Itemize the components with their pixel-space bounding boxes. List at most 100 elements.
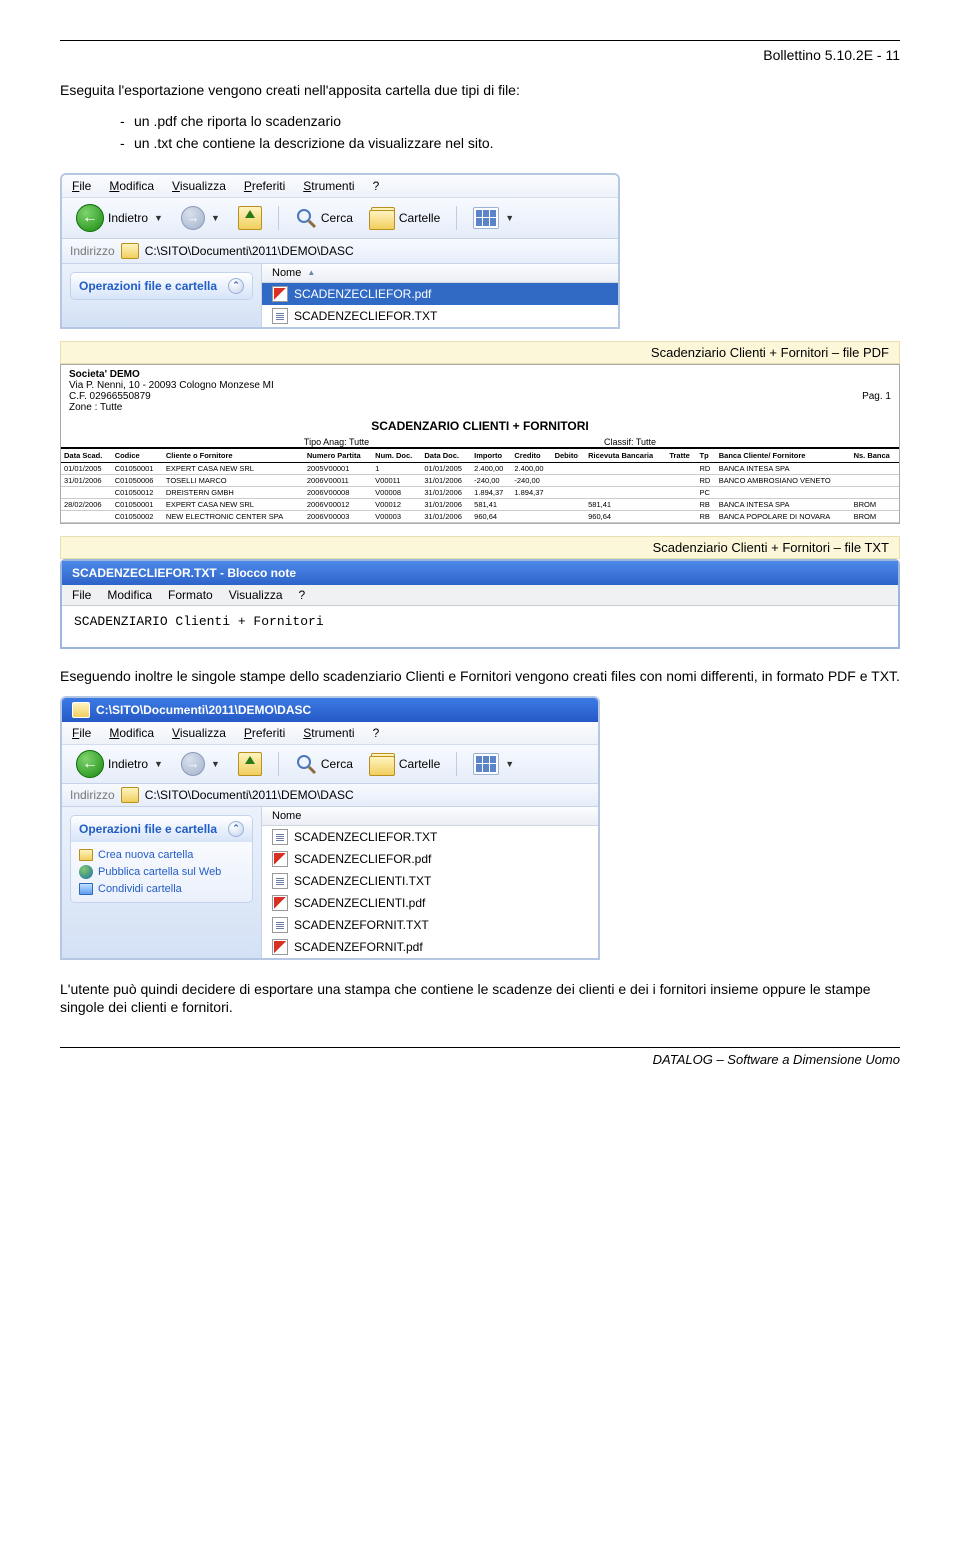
views-button[interactable]: ▼ xyxy=(467,751,520,777)
file-name: SCADENZECLIEFOR.pdf xyxy=(294,287,431,301)
pdf-col-header: Credito xyxy=(511,448,551,463)
pdf-row: C01050002NEW ELECTRONIC CENTER SPA2006V0… xyxy=(61,510,899,522)
caption-txt: Scadenziario Clienti + Fornitori – file … xyxy=(60,536,900,559)
pdf-col-header: Ricevuta Bancaria xyxy=(585,448,666,463)
collapse-icon[interactable]: ⌃ xyxy=(228,821,244,837)
views-icon xyxy=(473,753,499,775)
menu-view[interactable]: Visualizza xyxy=(172,179,226,193)
file-row[interactable]: SCADENZECLIENTI.TXT xyxy=(262,870,598,892)
menu-help[interactable]: ? xyxy=(373,726,380,740)
pdf-title: SCADENZARIO CLIENTI + FORNITORI xyxy=(61,419,899,433)
menu-help[interactable]: ? xyxy=(373,179,380,193)
pdf-col-header: Tratte xyxy=(666,448,696,463)
sort-asc-icon: ▲ xyxy=(307,268,315,277)
caret-down-icon: ▼ xyxy=(505,759,514,769)
np-menu-help[interactable]: ? xyxy=(299,588,306,602)
back-label: Indietro xyxy=(108,211,148,225)
caret-down-icon: ▼ xyxy=(211,759,220,769)
file-name: SCADENZECLIENTI.TXT xyxy=(294,874,431,888)
globe-icon xyxy=(79,865,93,879)
file-name: SCADENZECLIENTI.pdf xyxy=(294,896,425,910)
menu-file[interactable]: File xyxy=(72,179,91,193)
pdf-classif: Classif: Tutte xyxy=(604,437,656,447)
pdf-file-icon xyxy=(272,286,288,302)
pdf-col-header: Num. Doc. xyxy=(372,448,421,463)
bullet-2: un .txt che contiene la descrizione da v… xyxy=(120,132,900,154)
menu-fav[interactable]: Preferiti xyxy=(244,726,285,740)
search-button[interactable]: Cerca xyxy=(289,751,359,777)
tasks-header: Operazioni file e cartella xyxy=(79,279,217,293)
pdf-pag: Pag. 1 xyxy=(862,391,891,402)
explorer-window-1: File Modifica Visualizza Preferiti Strum… xyxy=(60,173,620,329)
file-row[interactable]: SCADENZEFORNIT.TXT xyxy=(262,914,598,936)
task-item[interactable]: Crea nuova cartella xyxy=(79,847,244,863)
share-icon xyxy=(79,883,93,895)
pdf-col-header: Data Scad. xyxy=(61,448,112,463)
pdf-row: 31/01/2006C01050006TOSELLI MARCO2006V000… xyxy=(61,474,899,486)
address-path: C:\SITO\Documenti\2011\DEMO\DASC xyxy=(145,244,354,258)
caret-down-icon: ▼ xyxy=(211,213,220,223)
menu-tools[interactable]: Strumenti xyxy=(303,726,354,740)
caret-down-icon: ▼ xyxy=(505,213,514,223)
pdf-file-icon xyxy=(272,895,288,911)
pdf-address: Via P. Nenni, 10 - 20093 Cologno Monzese… xyxy=(69,380,274,391)
file-name: SCADENZECLIEFOR.TXT xyxy=(294,309,437,323)
pdf-zone: Zone : Tutte xyxy=(69,402,274,413)
address-label: Indirizzo xyxy=(70,244,115,258)
address-label: Indirizzo xyxy=(70,788,115,802)
address-path: C:\SITO\Documenti\2011\DEMO\DASC xyxy=(145,788,354,802)
back-button[interactable]: ← Indietro ▼ xyxy=(70,202,169,234)
file-row[interactable]: SCADENZECLIEFOR.TXT xyxy=(262,305,618,327)
up-button[interactable] xyxy=(232,204,268,232)
notepad-title: SCADENZECLIEFOR.TXT - Blocco note xyxy=(62,561,898,585)
caret-down-icon: ▼ xyxy=(154,213,163,223)
menu-fav[interactable]: Preferiti xyxy=(244,179,285,193)
menu-file[interactable]: File xyxy=(72,726,91,740)
folder-icon xyxy=(72,702,90,718)
file-row[interactable]: SCADENZECLIEFOR.TXT xyxy=(262,826,598,848)
folders-button[interactable]: Cartelle xyxy=(365,751,446,777)
file-row[interactable]: SCADENZECLIEFOR.pdf xyxy=(262,283,618,305)
col-name[interactable]: Nome xyxy=(272,810,301,822)
notepad-window: SCADENZECLIEFOR.TXT - Blocco note File M… xyxy=(60,559,900,649)
folder-icon xyxy=(79,849,93,861)
forward-button[interactable]: → ▼ xyxy=(175,750,226,778)
task-item[interactable]: Condividi cartella xyxy=(79,881,244,897)
page-header: Bollettino 5.10.2E - 11 xyxy=(60,47,900,63)
views-icon xyxy=(473,207,499,229)
task-item[interactable]: Pubblica cartella sul Web xyxy=(79,863,244,881)
col-name[interactable]: Nome xyxy=(272,267,301,279)
file-name: SCADENZECLIEFOR.TXT xyxy=(294,830,437,844)
menu-tools[interactable]: Strumenti xyxy=(303,179,354,193)
np-menu-edit[interactable]: Modifica xyxy=(107,588,152,602)
file-row[interactable]: SCADENZECLIEFOR.pdf xyxy=(262,848,598,870)
back-icon: ← xyxy=(76,204,104,232)
np-menu-view[interactable]: Visualizza xyxy=(229,588,283,602)
file-name: SCADENZECLIEFOR.pdf xyxy=(294,852,431,866)
collapse-icon[interactable]: ⌃ xyxy=(228,278,244,294)
np-menu-file[interactable]: File xyxy=(72,588,91,602)
menu-view[interactable]: Visualizza xyxy=(172,726,226,740)
menu-edit[interactable]: Modifica xyxy=(109,179,154,193)
search-button[interactable]: Cerca xyxy=(289,205,359,231)
file-row[interactable]: SCADENZECLIENTI.pdf xyxy=(262,892,598,914)
folders-button[interactable]: Cartelle xyxy=(365,205,446,231)
pdf-cf: C.F. 02966550879 xyxy=(69,391,274,402)
forward-button[interactable]: → ▼ xyxy=(175,204,226,232)
pdf-col-header: Importo xyxy=(471,448,511,463)
file-row[interactable]: SCADENZEFORNIT.pdf xyxy=(262,936,598,958)
views-button[interactable]: ▼ xyxy=(467,205,520,231)
back-button[interactable]: ← Indietro ▼ xyxy=(70,748,169,780)
pdf-tipoanag: Tipo Anag: Tutte xyxy=(304,437,369,447)
file-name: SCADENZEFORNIT.TXT xyxy=(294,918,429,932)
search-label: Cerca xyxy=(321,211,353,225)
pdf-col-header: Cliente o Fornitore xyxy=(163,448,304,463)
pdf-col-header: Debito xyxy=(552,448,586,463)
np-menu-format[interactable]: Formato xyxy=(168,588,213,602)
up-button[interactable] xyxy=(232,750,268,778)
txt-file-icon xyxy=(272,308,288,324)
pdf-company: Societa' DEMO xyxy=(69,369,274,380)
pdf-col-header: Numero Partita xyxy=(304,448,372,463)
menu-edit[interactable]: Modifica xyxy=(109,726,154,740)
txt-file-icon xyxy=(272,873,288,889)
